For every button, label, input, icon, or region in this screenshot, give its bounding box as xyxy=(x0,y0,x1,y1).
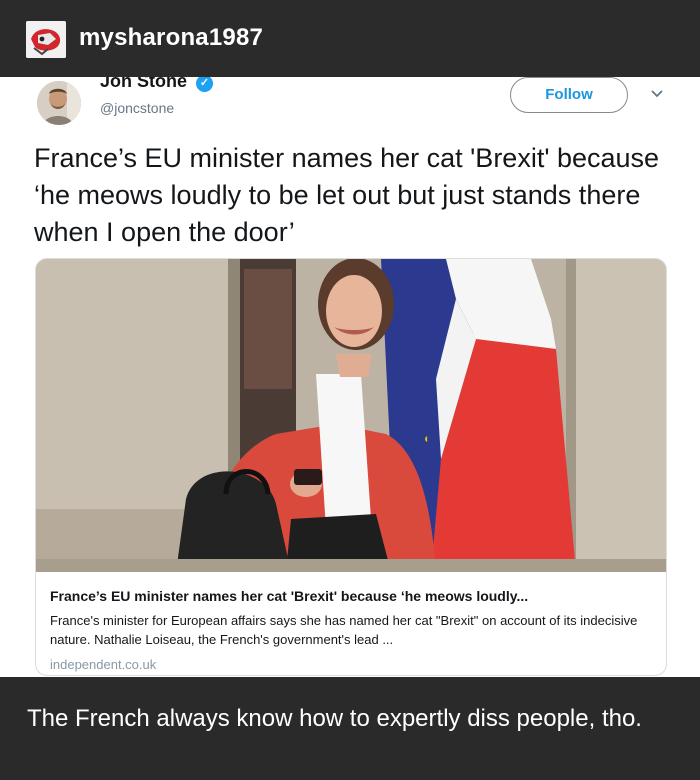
blog-avatar[interactable] xyxy=(26,21,66,58)
article-photo xyxy=(36,259,666,572)
link-card-title: France’s EU minister names her cat 'Brex… xyxy=(50,588,529,604)
tweet-author-handle[interactable]: @joncstone xyxy=(100,100,174,116)
post-caption: The French always know how to expertly d… xyxy=(27,705,642,732)
link-preview-card[interactable]: France’s EU minister names her cat 'Brex… xyxy=(35,258,667,676)
tweet-author-avatar[interactable] xyxy=(37,81,81,125)
tweet-author-name[interactable]: Jon Stone xyxy=(100,77,187,92)
blog-username[interactable]: mysharona1987 xyxy=(79,24,263,52)
tweet-text: France’s EU minister names her cat 'Brex… xyxy=(34,143,660,247)
tweet-embed: Jon Stone ✓ @joncstone Follow France’s E… xyxy=(0,77,700,677)
link-card-description: France's minister for European affairs s… xyxy=(50,613,638,647)
verified-badge-icon: ✓ xyxy=(196,77,213,92)
link-card-domain[interactable]: independent.co.uk xyxy=(50,657,156,672)
tumblr-post-header: mysharona1987 xyxy=(0,0,700,77)
follow-button[interactable]: Follow xyxy=(510,77,628,113)
chevron-down-icon[interactable] xyxy=(647,83,667,103)
